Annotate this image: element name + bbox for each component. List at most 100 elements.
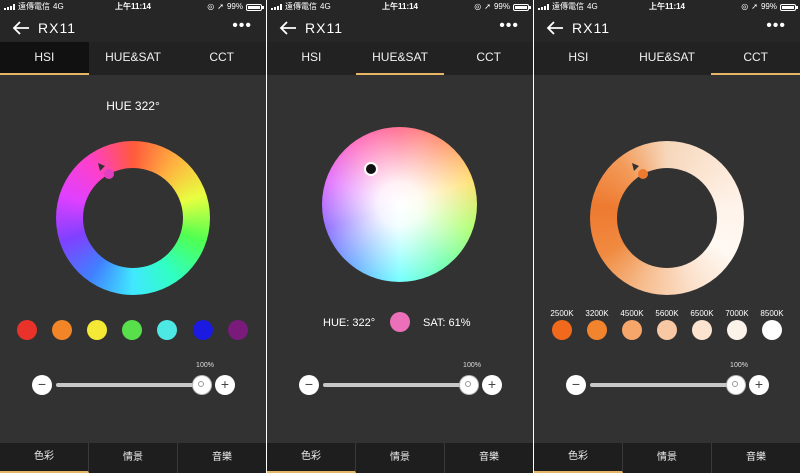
hue-value: HUE: 322°: [323, 317, 376, 329]
nav-color[interactable]: 色彩: [267, 443, 356, 473]
intensity-slider[interactable]: [590, 383, 738, 387]
kelvin-preset-swatch[interactable]: [622, 320, 642, 340]
device-title: RX11: [305, 20, 343, 36]
intensity-slider[interactable]: [323, 383, 471, 387]
kelvin-label: 5600K: [655, 309, 679, 318]
cct-screen: 遠傳電信 4G 上午11:14 ◎ ➚ 99% RX11 ••• HSI HUE…: [534, 0, 800, 473]
location-icon: ◎: [741, 2, 749, 11]
tab-hue-sat[interactable]: HUE&SAT: [623, 42, 712, 75]
bottom-nav: 色彩 情景 音樂: [0, 443, 266, 473]
navigation-icon: ➚: [484, 2, 491, 11]
nav-music[interactable]: 音樂: [178, 443, 266, 473]
preset-color-swatch[interactable]: [228, 320, 248, 340]
hue-readout: HUE 322°: [106, 99, 160, 113]
nav-scene[interactable]: 情景: [356, 443, 445, 473]
device-title: RX11: [38, 20, 76, 36]
title-bar: RX11 •••: [267, 14, 533, 42]
kelvin-preset-swatch[interactable]: [587, 320, 607, 340]
status-bar: 遠傳電信 4G 上午11:14 ◎ ➚ 99%: [534, 0, 800, 14]
color-temperature-ring[interactable]: [590, 141, 744, 295]
decrease-intensity-button[interactable]: −: [299, 375, 319, 395]
tab-cct[interactable]: CCT: [444, 42, 533, 75]
kelvin-label: 3200K: [585, 309, 609, 318]
kelvin-preset-swatch[interactable]: [762, 320, 782, 340]
mode-tabs: HSI HUE&SAT CCT: [0, 42, 266, 75]
mode-tabs: HSI HUE&SAT CCT: [534, 42, 800, 75]
location-icon: ◎: [474, 2, 482, 11]
intensity-percent: 100%: [463, 362, 481, 369]
intensity-slider[interactable]: [56, 383, 204, 387]
nav-scene[interactable]: 情景: [89, 443, 178, 473]
kelvin-label: 4500K: [620, 309, 644, 318]
back-arrow-icon[interactable]: [546, 20, 564, 36]
battery-percent: 99%: [226, 2, 243, 11]
tab-hsi[interactable]: HSI: [534, 42, 623, 75]
preset-color-swatch[interactable]: [193, 320, 213, 340]
preset-color-swatch[interactable]: [122, 320, 142, 340]
intensity-slider-thumb[interactable]: [193, 376, 211, 394]
preset-color-swatch[interactable]: [17, 320, 37, 340]
intensity-percent: 100%: [196, 362, 214, 369]
title-bar: RX11 •••: [534, 14, 800, 42]
nav-music[interactable]: 音樂: [445, 443, 533, 473]
preset-colors: [0, 320, 266, 342]
tab-cct[interactable]: CCT: [711, 42, 800, 75]
preset-color-swatch[interactable]: [52, 320, 72, 340]
kelvin-preset-swatch[interactable]: [657, 320, 677, 340]
battery-icon: [513, 3, 531, 11]
navigation-icon: ➚: [217, 2, 224, 11]
hue-saturation-wheel[interactable]: [322, 127, 477, 282]
kelvin-label: 7000K: [725, 309, 749, 318]
device-title: RX11: [572, 20, 610, 36]
tab-hsi[interactable]: HSI: [0, 42, 89, 75]
tab-cct[interactable]: CCT: [177, 42, 266, 75]
saturation-value: SAT: 61%: [423, 317, 471, 329]
preset-color-swatch[interactable]: [157, 320, 177, 340]
decrease-intensity-button[interactable]: −: [566, 375, 586, 395]
title-bar: RX11 •••: [0, 14, 266, 42]
more-options-icon[interactable]: •••: [499, 18, 519, 34]
increase-intensity-button[interactable]: +: [215, 375, 235, 395]
back-arrow-icon[interactable]: [279, 20, 297, 36]
nav-scene[interactable]: 情景: [623, 443, 712, 473]
kelvin-label: 8500K: [760, 309, 784, 318]
more-options-icon[interactable]: •••: [766, 18, 786, 34]
bottom-nav: 色彩 情景 音樂: [267, 443, 533, 473]
preset-color-swatch[interactable]: [87, 320, 107, 340]
navigation-icon: ➚: [751, 2, 758, 11]
hue-sat-screen: 遠傳電信 4G 上午11:14 ◎ ➚ 99% RX11 ••• HSI HUE…: [267, 0, 533, 473]
increase-intensity-button[interactable]: +: [482, 375, 502, 395]
kelvin-preset-swatch[interactable]: [692, 320, 712, 340]
mode-tabs: HSI HUE&SAT CCT: [267, 42, 533, 75]
tab-hsi[interactable]: HSI: [267, 42, 356, 75]
nav-music[interactable]: 音樂: [712, 443, 800, 473]
hsi-screen: 遠傳電信 4G 上午11:14 ◎ ➚ 99% RX11 ••• HSI HUE…: [0, 0, 266, 473]
kelvin-preset-swatch[interactable]: [727, 320, 747, 340]
more-options-icon[interactable]: •••: [232, 18, 252, 34]
back-arrow-icon[interactable]: [12, 20, 30, 36]
intensity-slider-thumb[interactable]: [460, 376, 478, 394]
intensity-percent: 100%: [730, 362, 748, 369]
bottom-nav: 色彩 情景 音樂: [534, 443, 800, 473]
nav-color[interactable]: 色彩: [0, 443, 89, 473]
intensity-slider-thumb[interactable]: [727, 376, 745, 394]
decrease-intensity-button[interactable]: −: [32, 375, 52, 395]
location-icon: ◎: [207, 2, 215, 11]
color-temperature-handle[interactable]: [629, 160, 653, 184]
battery-icon: [246, 3, 264, 11]
hue-sat-readout: HUE: 322° SAT: 61%: [267, 312, 533, 334]
kelvin-label: 2500K: [550, 309, 574, 318]
battery-percent: 99%: [760, 2, 777, 11]
nav-color[interactable]: 色彩: [534, 443, 623, 473]
increase-intensity-button[interactable]: +: [749, 375, 769, 395]
battery-icon: [780, 3, 798, 11]
kelvin-preset-swatch[interactable]: [552, 320, 572, 340]
hue-ring-handle[interactable]: [95, 160, 119, 184]
tab-hue-sat[interactable]: HUE&SAT: [355, 42, 445, 75]
current-color-swatch: [390, 312, 410, 332]
status-bar: 遠傳電信 4G 上午11:14 ◎ ➚ 99%: [267, 0, 533, 14]
hue-ring[interactable]: [56, 141, 210, 295]
kelvin-label: 6500K: [690, 309, 714, 318]
hue-saturation-picker-handle[interactable]: [364, 162, 378, 176]
tab-hue-sat[interactable]: HUE&SAT: [89, 42, 178, 75]
